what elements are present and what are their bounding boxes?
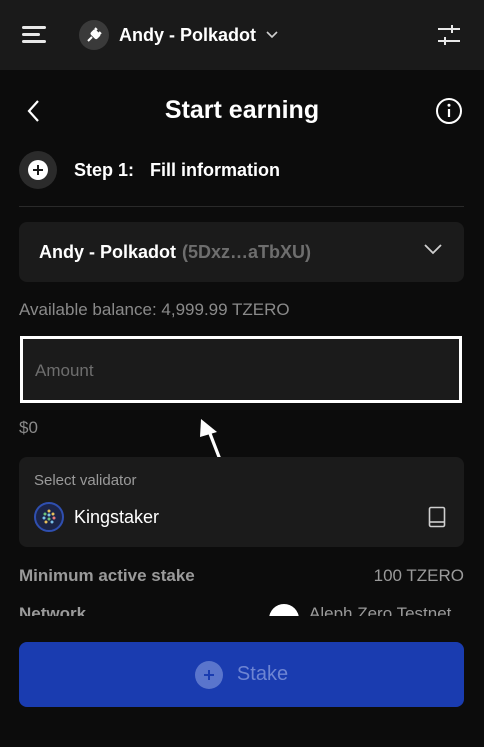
plug-icon (79, 20, 109, 50)
top-bar: Andy - Polkadot (0, 0, 484, 70)
account-name: Andy - Polkadot (119, 24, 257, 45)
step-number: Step 1: (74, 159, 135, 180)
stake-button-label: Stake (236, 663, 289, 685)
book-icon[interactable] (428, 506, 446, 528)
validator-select[interactable]: Select validator Kingstaker (19, 457, 464, 547)
network-logo-icon (269, 604, 299, 616)
page-title: Start earning (164, 96, 320, 124)
page-header: Start earning (0, 86, 484, 136)
amount-input[interactable] (35, 357, 435, 385)
minimum-stake-row: Minimum active stake 100 TZERO (19, 566, 464, 588)
network-value: Aleph Zero Testnet (309, 604, 452, 616)
minimum-stake-label: Minimum active stake (19, 566, 195, 585)
account-address: (5Dxz…aTbXU) (182, 241, 312, 262)
usd-value: $0 (19, 418, 38, 437)
network-label: Network (19, 604, 87, 616)
minimum-stake-value: 100 TZERO (373, 566, 464, 585)
validator-label: Select validator (34, 472, 137, 489)
available-balance: Available balance: 4,999.99 TZERO (19, 300, 290, 320)
account-select[interactable]: Andy - Polkadot (5Dxz…aTbXU) (19, 222, 464, 282)
kingstaker-logo-icon (34, 502, 64, 532)
balance-label: Available balance: (19, 300, 157, 319)
plus-circle-icon (194, 660, 223, 689)
amount-field[interactable] (20, 336, 462, 403)
info-icon[interactable] (435, 97, 463, 125)
hamburger-icon[interactable] (22, 24, 46, 44)
chevron-down-icon (424, 244, 442, 255)
account-switcher[interactable]: Andy - Polkadot (79, 19, 278, 51)
sliders-icon[interactable] (437, 24, 461, 46)
account-select-name: Andy - Polkadot (39, 241, 177, 262)
balance-value: 4,999.99 TZERO (161, 300, 290, 319)
divider (19, 206, 464, 207)
network-row: Network Aleph Zero Testnet (19, 604, 464, 616)
plus-circle-icon (19, 151, 57, 189)
validator-name: Kingstaker (74, 507, 160, 527)
step-label: Fill information (150, 159, 281, 180)
chevron-down-icon (266, 31, 278, 39)
stake-button[interactable]: Stake (19, 642, 464, 707)
step-indicator: Step 1: Fill information (19, 151, 280, 189)
